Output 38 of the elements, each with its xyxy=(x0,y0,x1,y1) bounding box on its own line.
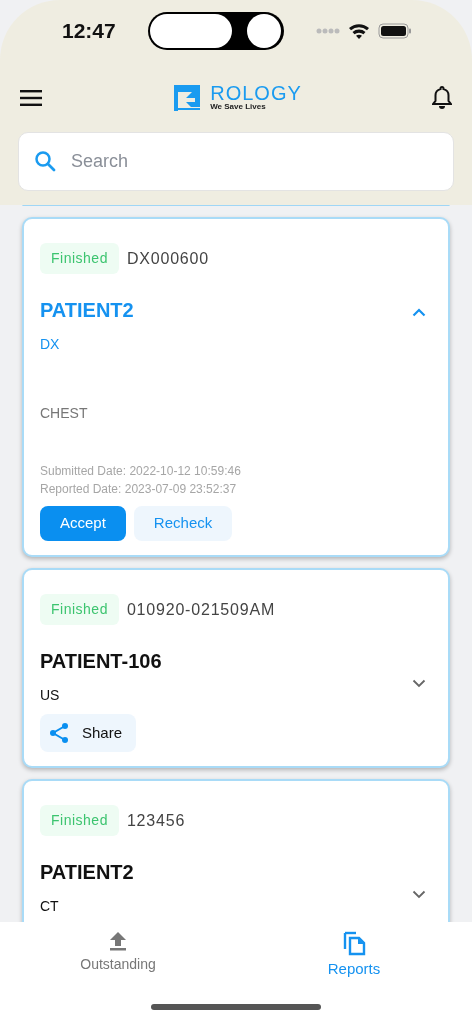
modality: CT xyxy=(40,897,60,916)
patient-name: PATIENT2 xyxy=(40,860,134,884)
status-badge: Finished xyxy=(40,805,119,836)
bell-icon xyxy=(432,85,452,110)
status-badge: Finished xyxy=(40,243,119,274)
logo-icon xyxy=(172,83,203,111)
modality: DX xyxy=(40,335,61,354)
share-icon xyxy=(48,722,70,744)
accession-number: 010920-021509AM xyxy=(126,599,276,620)
copy-icon xyxy=(342,930,366,956)
battery-icon xyxy=(378,23,412,39)
wifi-icon xyxy=(348,23,370,39)
patient-name: PATIENT2 xyxy=(40,298,134,322)
status-time: 12:47 xyxy=(62,18,116,45)
share-label: Share xyxy=(82,722,123,743)
accession-number: DX000600 xyxy=(126,248,209,269)
reported-date: Reported Date: 2023-07-09 23:52:37 xyxy=(40,481,238,498)
tab[interactable]: Outstanding xyxy=(0,922,236,990)
upload-icon xyxy=(108,930,128,952)
recheck-button[interactable]: Recheck xyxy=(133,506,233,541)
brand-name: ROLOGY xyxy=(210,83,302,103)
accession-number: 123456 xyxy=(126,810,186,831)
signal-icon xyxy=(316,28,340,34)
body-part: CHEST xyxy=(40,404,89,423)
status-badge: Finished xyxy=(40,594,119,625)
search-field[interactable]: Search xyxy=(18,132,454,191)
brand-tagline: We Save Lives xyxy=(210,103,267,111)
submitted-date: Submitted Date: 2022-10-12 10:59:46 xyxy=(40,463,242,480)
menu-icon xyxy=(20,89,42,106)
chevron-up-icon[interactable] xyxy=(412,308,426,317)
chevron-down-icon[interactable] xyxy=(412,890,426,899)
modality: US xyxy=(40,686,61,705)
tab[interactable]: Reports xyxy=(236,922,472,990)
share-button[interactable]: Share xyxy=(40,714,137,752)
accept-button[interactable]: Accept xyxy=(40,506,126,541)
chevron-down-icon[interactable] xyxy=(412,679,426,688)
patient-name: PATIENT-106 xyxy=(40,649,162,673)
notifications-button[interactable] xyxy=(432,84,452,110)
